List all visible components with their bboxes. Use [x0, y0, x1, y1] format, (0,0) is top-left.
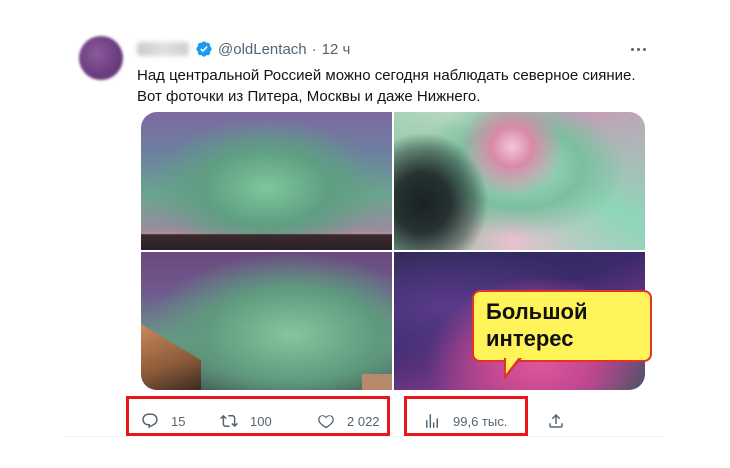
tweet-text-line: Над центральной Россией можно сегодня на… — [137, 67, 636, 84]
share-button[interactable] — [547, 412, 577, 430]
engagement-highlight-box — [126, 396, 390, 436]
building-right — [362, 374, 392, 390]
annotation-callout: Большой интерес — [472, 290, 652, 362]
tweet-handle[interactable]: @oldLentach — [218, 41, 307, 58]
building-left — [141, 324, 201, 390]
views-highlight-box — [404, 396, 528, 436]
separator-dot: · — [311, 40, 317, 58]
share-icon — [549, 413, 563, 428]
callout-line: интерес — [486, 326, 574, 351]
aurora-photo-2[interactable] — [394, 112, 645, 250]
tweet-text-line: Вот фоточки из Питера, Москвы и даже Ниж… — [137, 88, 481, 105]
aurora-photo-3[interactable] — [141, 252, 392, 390]
verified-badge-icon — [196, 41, 212, 57]
tweet-header: @oldLentach · 12 ч — [137, 39, 350, 59]
aurora-photo-1[interactable] — [141, 112, 392, 250]
callout-line: Большой — [486, 299, 588, 324]
avatar[interactable] — [79, 36, 123, 80]
tweet-text: Над центральной Россией можно сегодня на… — [137, 65, 657, 107]
more-options-icon[interactable] — [629, 42, 647, 56]
tweet-time[interactable]: 12 ч — [322, 41, 351, 58]
tree-silhouette — [394, 132, 489, 250]
tweet-card[interactable]: @oldLentach · 12 ч Над центральной Росси… — [65, 22, 663, 437]
blurred-display-name[interactable] — [137, 42, 189, 56]
